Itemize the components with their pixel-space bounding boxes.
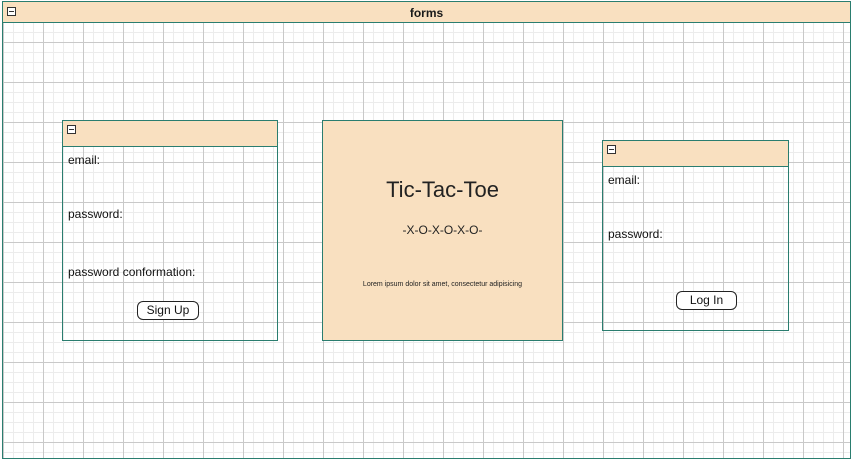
login-form-header (603, 141, 788, 167)
login-email-label: email: (608, 173, 641, 187)
signup-email-label: email: (68, 153, 101, 167)
login-password-label: password: (608, 227, 663, 241)
container-title: forms (409, 6, 444, 20)
collapse-icon[interactable] (607, 145, 616, 154)
log-in-button[interactable]: Log In (676, 291, 737, 310)
game-description: Lorem ipsum dolor sit amet, consectetur … (362, 281, 523, 288)
signup-form[interactable]: email: password: password conformation: … (62, 120, 278, 341)
collapse-icon[interactable] (67, 125, 76, 134)
game-subtitle: -X-O-X-O-X-O- (402, 223, 483, 237)
sign-up-button[interactable]: Sign Up (137, 301, 199, 320)
signup-form-header (63, 121, 277, 147)
title-card: Tic-Tac-Toe -X-O-X-O-X-O- Lorem ipsum do… (322, 120, 563, 341)
game-title: Tic-Tac-Toe (386, 177, 499, 202)
login-form[interactable]: email: password: Log In (602, 140, 789, 331)
forms-container-header: forms (3, 2, 850, 23)
signup-password-label: password: (68, 207, 123, 221)
signup-confirm-label: password conformation: (68, 265, 196, 279)
